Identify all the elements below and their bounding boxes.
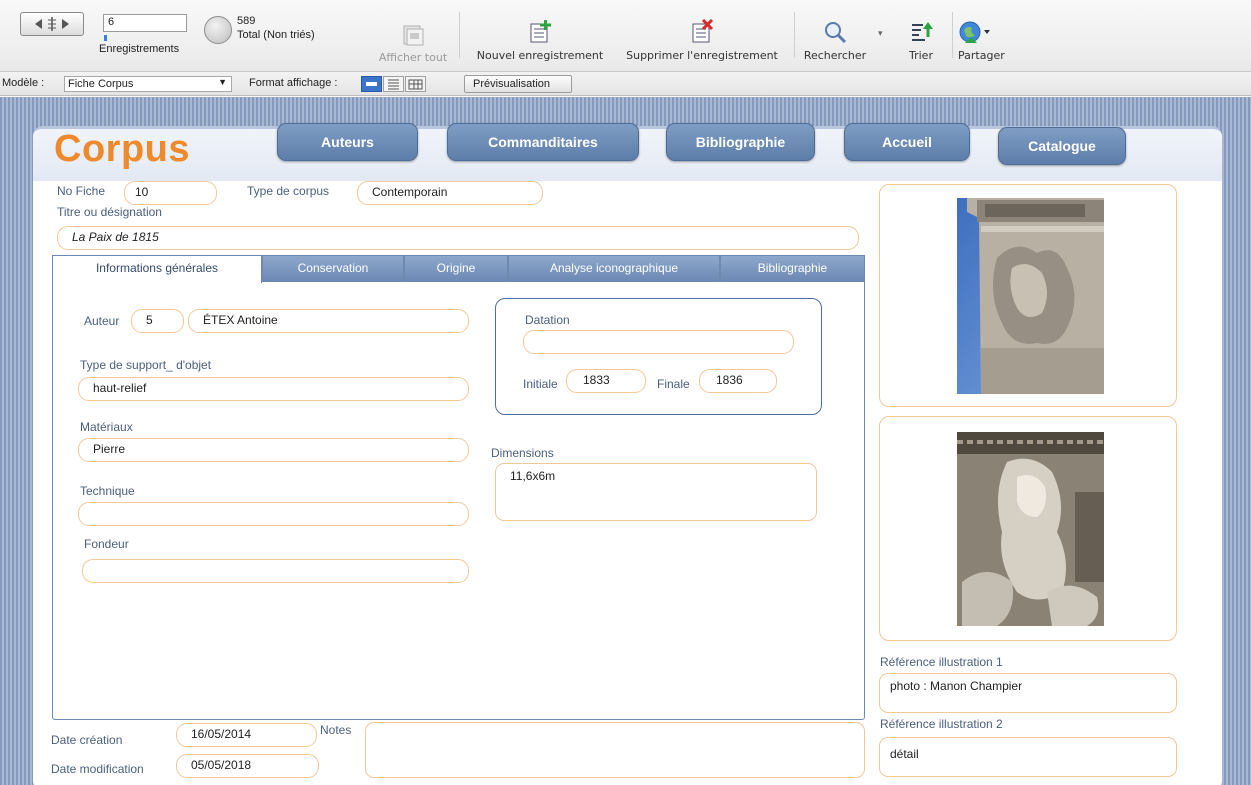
pie-chart-icon [204, 16, 232, 44]
fondeur-field[interactable] [82, 559, 469, 583]
date-creation-label: Date création [51, 733, 123, 747]
notes-field[interactable] [365, 722, 865, 778]
search-button[interactable]: Rechercher [800, 19, 870, 62]
ref1-label: Référence illustration 1 [880, 655, 1003, 669]
book-navigate-icon [35, 17, 69, 31]
record-progress-icon [104, 35, 107, 41]
table-view-icon [408, 79, 423, 90]
toolbar-separator [952, 12, 953, 58]
notes-label: Notes [320, 723, 352, 737]
support-label: Type de support_ d'objet [80, 358, 212, 372]
new-record-button[interactable]: Nouvel enregistrement [468, 19, 612, 62]
sort-button[interactable]: Trier [900, 19, 942, 62]
type-corpus-label: Type de corpus [247, 184, 330, 198]
list-view-icon [388, 79, 399, 90]
model-select-value: Fiche Corpus [68, 78, 134, 90]
initiale-label: Initiale [523, 377, 558, 391]
ref2-label: Référence illustration 2 [880, 717, 1003, 731]
tab-conservation[interactable]: Conservation [262, 255, 404, 282]
delete-record-icon [692, 19, 714, 43]
form-view-button[interactable] [361, 76, 382, 92]
date-creation-field[interactable]: 16/05/2014 [176, 723, 317, 747]
search-dropdown-icon[interactable]: ▾ [878, 28, 883, 39]
materiaux-label: Matériaux [80, 420, 133, 434]
format-label: Format affichage : [249, 77, 338, 89]
show-all-button[interactable]: Afficher tout [372, 23, 454, 64]
nav-bibliographie-button[interactable]: Bibliographie [666, 123, 815, 161]
total-label: Total (Non triés) [237, 29, 315, 41]
auteur-name-field[interactable]: ÉTEX Antoine [188, 309, 469, 333]
chevron-down-icon: ▼ [218, 77, 227, 87]
nav-accueil-button[interactable]: Accueil [844, 123, 970, 161]
titre-field[interactable]: La Paix de 1815 [57, 226, 859, 250]
toolbar-separator [794, 12, 795, 58]
auteur-label: Auteur [84, 314, 120, 328]
fondeur-label: Fondeur [84, 537, 129, 551]
illustration-1-frame[interactable] [879, 184, 1177, 407]
datation-field[interactable] [523, 330, 794, 354]
finale-field[interactable]: 1836 [699, 369, 777, 393]
tab-informations-generales[interactable]: Informations générales [52, 255, 262, 283]
list-view-button[interactable] [383, 76, 404, 92]
dimensions-label: Dimensions [491, 446, 554, 460]
date-modification-label: Date modification [51, 762, 144, 776]
records-label: Enregistrements [99, 43, 180, 55]
model-bar: Modèle : Fiche Corpus ▼ Format affichage… [0, 72, 1251, 96]
illustration-1-image [957, 198, 1104, 394]
model-label: Modèle : [2, 77, 45, 89]
share-button[interactable]: Partager [958, 19, 1016, 62]
illustration-2-frame[interactable] [879, 416, 1177, 641]
page-title: Corpus [54, 128, 190, 170]
total-count: 589 [237, 15, 256, 27]
auteur-id-field[interactable]: 5 [131, 309, 184, 333]
toolbar-separator [459, 12, 460, 58]
tab-bibliographie[interactable]: Bibliographie [720, 255, 865, 282]
sort-icon [912, 22, 933, 41]
datation-label: Datation [525, 313, 570, 327]
toolbar: 6 Enregistrements 589 Total (Non triés) … [0, 0, 1251, 72]
support-field[interactable]: haut-relief [78, 377, 469, 401]
nav-catalogue-button[interactable]: Catalogue [998, 127, 1126, 165]
dimensions-field[interactable]: 11,6x6m [495, 463, 817, 521]
nav-commanditaires-button[interactable]: Commanditaires [447, 123, 639, 161]
nav-auteurs-button[interactable]: Auteurs [277, 123, 418, 161]
record-number-input[interactable]: 6 [103, 14, 187, 32]
share-icon [959, 21, 990, 43]
tab-analyse-iconographique[interactable]: Analyse iconographique [508, 255, 720, 282]
materiaux-field[interactable]: Pierre [78, 438, 469, 462]
technique-label: Technique [80, 484, 135, 498]
initiale-field[interactable]: 1833 [566, 369, 646, 393]
record-navigator[interactable] [20, 12, 84, 36]
search-icon [825, 22, 847, 44]
ref2-field[interactable]: détail [879, 737, 1177, 777]
type-corpus-field[interactable]: Contemporain [357, 181, 543, 205]
tab-origine[interactable]: Origine [404, 255, 508, 282]
form-view-icon [366, 82, 377, 86]
table-view-button[interactable] [405, 76, 426, 92]
no-fiche-label: No Fiche [57, 184, 106, 198]
ref1-field[interactable]: photo : Manon Champier [879, 673, 1177, 713]
titre-label: Titre ou désignation [57, 205, 162, 219]
model-select[interactable]: Fiche Corpus ▼ [64, 76, 232, 92]
delete-record-button[interactable]: Supprimer l'enregistrement [617, 19, 787, 62]
new-record-icon [530, 20, 551, 43]
no-fiche-field[interactable]: 10 [124, 181, 217, 205]
technique-field[interactable] [78, 502, 469, 526]
show-all-icon [403, 25, 424, 46]
preview-button[interactable]: Prévisualisation [464, 75, 572, 93]
finale-label: Finale [657, 377, 690, 391]
date-modification-field[interactable]: 05/05/2018 [176, 754, 319, 778]
illustration-2-image [957, 432, 1104, 626]
